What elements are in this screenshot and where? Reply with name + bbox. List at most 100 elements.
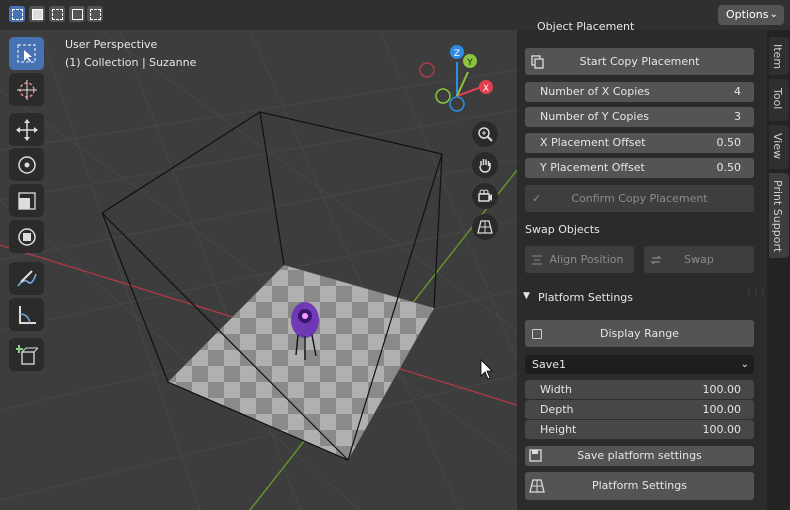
align-position-label: Align Position (549, 253, 624, 266)
gizmo-y-label: Y (466, 58, 473, 68)
scale-tool[interactable] (9, 184, 44, 217)
select-box-icon (17, 44, 36, 63)
grid-perspective-icon (529, 479, 545, 493)
x-offset-label: X Placement Offset (540, 136, 646, 149)
x-offset-field[interactable]: X Placement Offset 0.50 (525, 133, 754, 153)
3d-viewport[interactable]: Z Y X User Perspective (1) Collection | … (0, 30, 517, 510)
platform-settings-title: Platform Settings (538, 291, 634, 304)
platform-preset-select[interactable]: Save1 ⌄ (525, 355, 754, 374)
preset-value: Save1 (532, 358, 566, 371)
swap-button[interactable]: Swap (644, 246, 754, 273)
select-intersect-icon[interactable] (87, 6, 103, 22)
select-extend-icon[interactable] (29, 6, 45, 22)
object-placement-title: Object Placement (537, 20, 635, 32)
viewport-scene: Z Y X (0, 30, 517, 510)
width-field[interactable]: Width 100.00 (525, 380, 754, 399)
collection-label: (1) Collection | Suzanne (65, 56, 197, 69)
tab-print-support-label: Print Support (771, 179, 784, 252)
display-range-label: Display Range (600, 327, 679, 340)
scale-icon (18, 192, 36, 210)
depth-label: Depth (540, 403, 574, 416)
sidebar-panel: Object Placement Start Copy Placement Nu… (517, 20, 774, 510)
transform-icon (18, 228, 36, 246)
navigation-gizmo: Z Y X (419, 45, 493, 112)
display-range-toggle[interactable]: Display Range (525, 320, 754, 347)
x-offset-value: 0.50 (716, 136, 742, 149)
platform-settings-button-label: Platform Settings (591, 479, 687, 492)
cursor-tool[interactable] (9, 73, 44, 106)
select-difference-icon[interactable] (69, 6, 85, 22)
tab-view[interactable]: View (769, 125, 789, 169)
width-value: 100.00 (702, 383, 742, 396)
x-copies-label: Number of X Copies (540, 85, 650, 98)
transform-tool[interactable] (9, 220, 44, 253)
platform-plane (167, 264, 435, 461)
hand-icon (479, 159, 491, 173)
annotate-tool[interactable] (9, 262, 44, 295)
tab-tool[interactable]: Tool (769, 79, 789, 121)
add-cube-tool[interactable] (9, 338, 44, 371)
swap-objects-label: Swap Objects (525, 223, 600, 236)
y-offset-field[interactable]: Y Placement Offset 0.50 (525, 158, 754, 178)
select-new-icon[interactable] (9, 6, 25, 22)
grid-perspective-icon (477, 220, 493, 234)
platform-settings-header[interactable]: ▼ Platform Settings ⋮⋮⋮⋮ (517, 287, 774, 309)
confirm-copy-placement-label: Confirm Copy Placement (571, 192, 708, 205)
move-tool[interactable] (9, 113, 44, 146)
swap-label: Swap (684, 253, 714, 266)
y-copies-label: Number of Y Copies (540, 110, 649, 123)
measure-icon (19, 306, 36, 324)
select-box-tool[interactable] (9, 37, 44, 70)
rotate-icon (18, 156, 36, 174)
object-placement-header[interactable]: Object Placement (537, 20, 737, 32)
y-offset-label: Y Placement Offset (540, 161, 645, 174)
copy-icon (531, 55, 544, 69)
gizmo-x-label: X (483, 84, 489, 94)
measure-tool[interactable] (9, 298, 44, 331)
y-offset-value: 0.50 (716, 161, 742, 174)
align-position-button[interactable]: Align Position (525, 246, 634, 273)
gizmo-z-label: Z (454, 49, 460, 59)
height-label: Height (540, 423, 577, 436)
add-cube-icon (16, 345, 38, 365)
depth-field[interactable]: Depth 100.00 (525, 400, 754, 419)
chevron-down-icon: ⌄ (769, 9, 778, 20)
move-icon (16, 119, 38, 141)
perspective-label: User Perspective (65, 38, 158, 51)
save-icon (529, 449, 542, 462)
width-label: Width (540, 383, 572, 396)
checkbox-icon[interactable] (532, 329, 542, 339)
rotate-tool[interactable] (9, 148, 44, 181)
zoom-button[interactable] (472, 121, 498, 147)
tab-tool-label: Tool (771, 88, 784, 110)
depth-value: 100.00 (702, 403, 742, 416)
perspective-toggle-button[interactable] (472, 214, 498, 240)
zoom-icon (478, 127, 493, 142)
camera-view-button[interactable] (472, 183, 498, 209)
tab-print-support[interactable]: Print Support (769, 173, 789, 258)
platform-settings-button[interactable]: Platform Settings (525, 472, 754, 500)
tab-item-label: Item (771, 44, 784, 70)
select-subtract-icon[interactable] (49, 6, 65, 22)
save-platform-settings-label: Save platform settings (577, 449, 702, 462)
x-copies-field[interactable]: Number of X Copies 4 (525, 82, 754, 102)
height-field[interactable]: Height 100.00 (525, 420, 754, 439)
start-copy-placement-button[interactable]: Start Copy Placement (525, 48, 754, 75)
height-value: 100.00 (702, 423, 742, 436)
checkmark-icon: ✓ (532, 192, 542, 205)
start-copy-placement-label: Start Copy Placement (579, 55, 700, 68)
chevron-down-icon: ⌄ (740, 359, 749, 370)
pan-button[interactable] (472, 152, 498, 178)
x-copies-value: 4 (734, 85, 741, 98)
tab-item[interactable]: Item (769, 37, 789, 75)
swap-icon (650, 255, 662, 265)
y-copies-field[interactable]: Number of Y Copies 3 (525, 107, 754, 127)
camera-icon (478, 189, 492, 202)
cursor-icon (17, 80, 37, 100)
tab-view-label: View (771, 133, 784, 160)
confirm-copy-placement-button[interactable]: ✓ Confirm Copy Placement (525, 185, 754, 212)
annotate-icon (17, 270, 37, 287)
save-platform-settings-button[interactable]: Save platform settings (525, 446, 754, 466)
mouse-cursor (480, 359, 493, 380)
y-copies-value: 3 (734, 110, 741, 123)
